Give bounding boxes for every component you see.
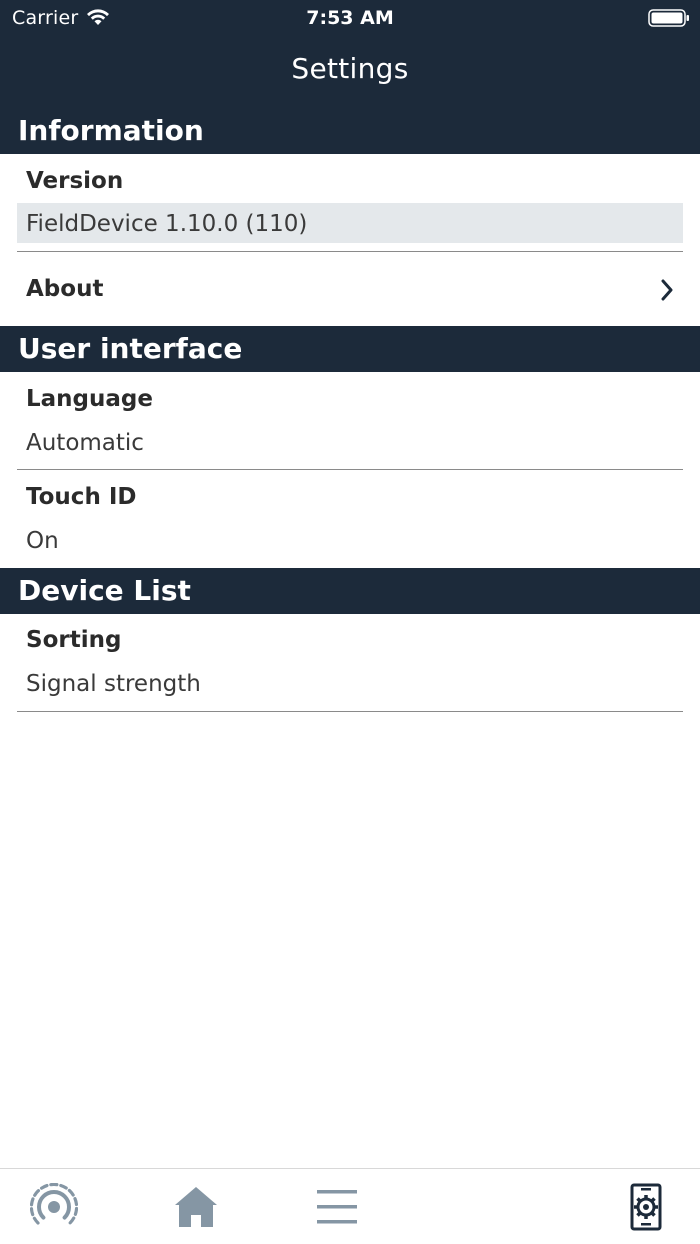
touchid-value: On — [26, 528, 59, 554]
page-title: Settings — [291, 52, 409, 85]
menu-icon — [317, 1190, 357, 1224]
tab-device-settings[interactable] — [622, 1183, 670, 1231]
device-settings-icon — [630, 1183, 662, 1231]
status-time: 7:53 AM — [306, 7, 394, 29]
tab-bar — [0, 1168, 700, 1244]
tab-menu[interactable] — [313, 1183, 361, 1231]
version-label: Version — [26, 168, 124, 194]
section-header-user-interface: User interface — [0, 326, 700, 372]
version-value: FieldDevice 1.10.0 (110) — [26, 211, 308, 237]
about-label: About — [26, 276, 104, 302]
section-header-information: Information — [0, 108, 700, 154]
sorting-value: Signal strength — [26, 671, 201, 697]
battery-icon — [648, 9, 689, 27]
about-row[interactable]: About — [0, 252, 700, 326]
language-value: Automatic — [26, 430, 144, 456]
settings-screen: Carrier 7:53 AM Settings Information Ver… — [0, 0, 700, 1244]
sorting-row[interactable]: Sorting Signal strength — [0, 614, 700, 711]
home-icon — [175, 1187, 217, 1227]
chevron-right-icon — [661, 279, 673, 301]
touchid-label: Touch ID — [26, 484, 137, 510]
section-header-device-list: Device List — [0, 568, 700, 614]
top-bar: Carrier 7:53 AM Settings — [0, 0, 700, 108]
divider — [17, 711, 683, 712]
sorting-label: Sorting — [26, 627, 122, 653]
tab-home[interactable] — [172, 1183, 220, 1231]
signal-icon — [29, 1182, 79, 1225]
touchid-row[interactable]: Touch ID On — [0, 470, 700, 568]
version-value-box: FieldDevice 1.10.0 (110) — [17, 203, 683, 243]
status-bar: Carrier 7:53 AM — [0, 0, 700, 36]
tab-signal[interactable] — [29, 1182, 79, 1231]
language-row[interactable]: Language Automatic — [0, 372, 700, 470]
language-label: Language — [26, 386, 153, 412]
